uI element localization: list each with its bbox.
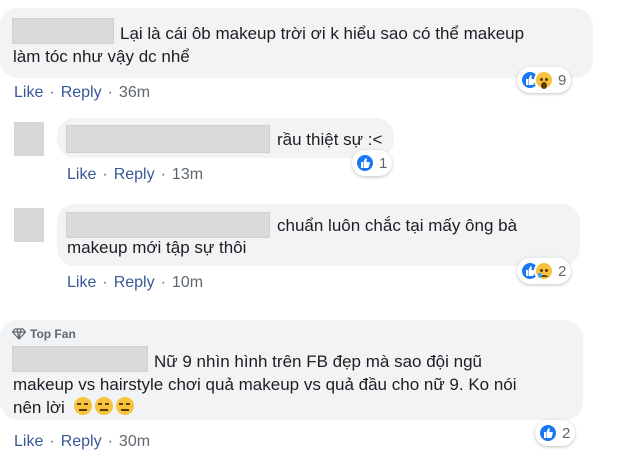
comment-actions: Like · Reply · 13m	[67, 166, 204, 183]
expressionless-emoji-icon	[115, 397, 134, 415]
expressionless-emoji-icon	[73, 397, 92, 415]
reaction-summary[interactable]: 2	[517, 258, 572, 284]
comment-text: makeup vs hairstyle chơi quả makeup vs q…	[13, 375, 517, 394]
comment-actions: Like · Reply · 10m	[67, 274, 204, 291]
reply-link[interactable]: Reply	[114, 274, 155, 291]
diamond-icon	[11, 328, 27, 340]
like-link[interactable]: Like	[14, 84, 43, 101]
comment-text: chuẩn luôn chắc tại mấy ông bà	[277, 216, 518, 235]
reaction-summary[interactable]: 1	[352, 150, 393, 176]
timestamp[interactable]: 10m	[172, 274, 203, 291]
redacted-author-name	[66, 125, 270, 153]
like-link[interactable]: Like	[14, 433, 43, 450]
reaction-summary[interactable]: 9	[517, 67, 572, 93]
comment-text: Lại là cái ôb makeup trời ơi k hiểu sao …	[120, 24, 525, 43]
reply-link[interactable]: Reply	[61, 433, 102, 450]
comment-text: Nữ 9 nhìn hình trên FB đẹp mà sao đội ng…	[154, 352, 482, 371]
like-reaction-icon	[355, 153, 375, 173]
like-link[interactable]: Like	[67, 274, 96, 291]
comment-text: rầu thiệt sự :<	[277, 130, 383, 149]
top-fan-badge: Top Fan	[11, 327, 76, 341]
reaction-summary[interactable]: 2	[535, 420, 576, 446]
expressionless-emoji-icon	[94, 397, 113, 415]
comment-text: nên lời	[13, 398, 65, 417]
comment-text: làm tóc như vậy dc nhể	[13, 47, 190, 66]
reaction-count: 2	[558, 262, 567, 280]
reaction-count: 9	[558, 71, 567, 89]
redacted-author-name	[12, 18, 114, 44]
comment-actions: Like · Reply · 30m	[14, 433, 151, 450]
comment-text-line: nên lời	[13, 396, 137, 419]
sad-reaction-icon	[534, 261, 554, 281]
avatar	[14, 208, 44, 242]
top-fan-label: Top Fan	[30, 327, 76, 341]
reaction-count: 1	[379, 154, 388, 172]
comment-actions: Like · Reply · 36m	[14, 84, 151, 101]
wow-reaction-icon	[534, 70, 554, 90]
redacted-author-name	[66, 212, 270, 238]
timestamp[interactable]: 36m	[119, 84, 150, 101]
avatar	[14, 122, 44, 156]
timestamp[interactable]: 30m	[119, 433, 150, 450]
reply-link[interactable]: Reply	[61, 84, 102, 101]
like-reaction-icon	[538, 423, 558, 443]
like-link[interactable]: Like	[67, 166, 96, 183]
comment-text: makeup mới tập sự thôi	[67, 238, 247, 257]
redacted-author-name	[12, 346, 148, 372]
timestamp[interactable]: 13m	[172, 166, 203, 183]
reply-link[interactable]: Reply	[114, 166, 155, 183]
reaction-count: 2	[562, 424, 571, 442]
